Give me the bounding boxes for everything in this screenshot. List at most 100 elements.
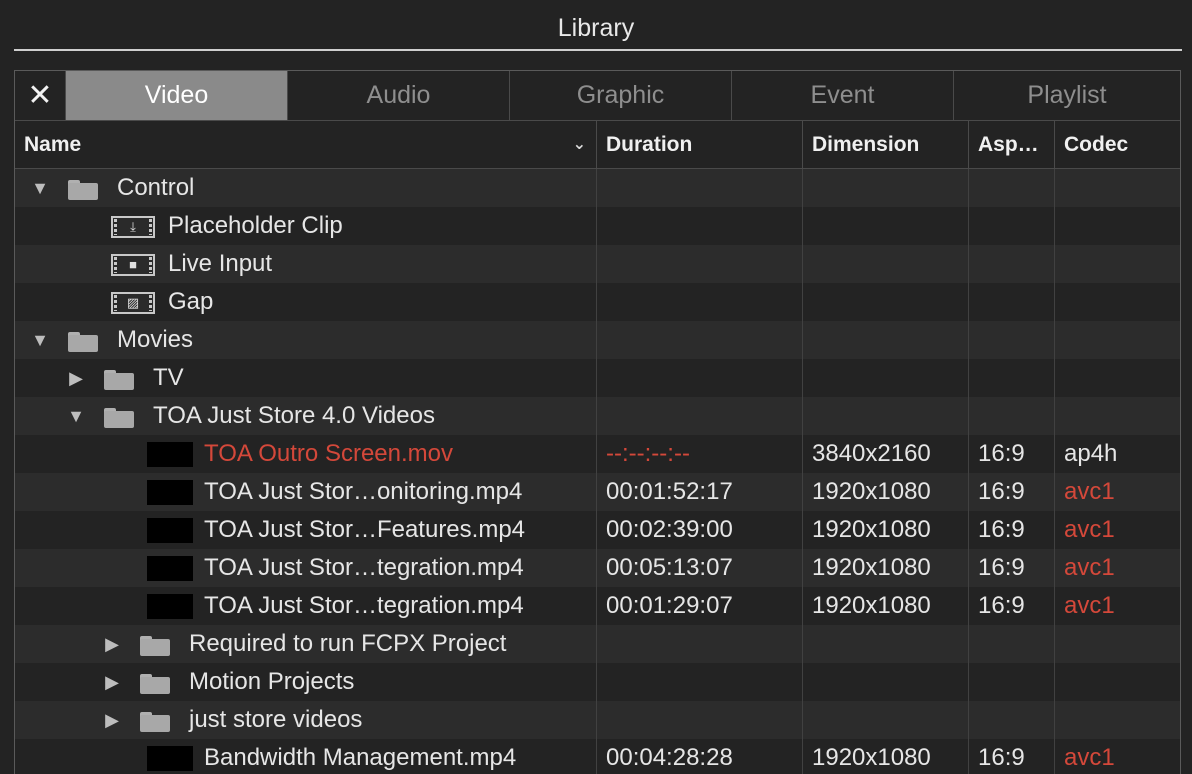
dimension-cell bbox=[803, 397, 969, 435]
disclosure-expanded-icon[interactable]: ▼ bbox=[30, 169, 50, 207]
disclosure-expanded-icon[interactable]: ▼ bbox=[66, 397, 86, 435]
name-cell: ▶ Required to run FCPX Project bbox=[15, 625, 597, 663]
video-filename: TOA Outro Screen.mov bbox=[204, 440, 453, 467]
codec-cell bbox=[1055, 359, 1180, 397]
folder-label: TV bbox=[153, 364, 184, 391]
folder-label: Motion Projects bbox=[189, 668, 355, 695]
folder-row[interactable]: ▼ TOA Just Store 4.0 Videos bbox=[15, 397, 1180, 435]
aspect-cell: 16:9 bbox=[969, 473, 1055, 511]
name-cell: ▶ TV bbox=[15, 359, 597, 397]
folder-row[interactable]: ▼ Control bbox=[15, 169, 1180, 207]
duration-cell: --:--:--:-- bbox=[597, 435, 803, 473]
folder-row[interactable]: ▶ just store videos bbox=[15, 701, 1180, 739]
name-cell: TOA Just Stor…onitoring.mp4 bbox=[15, 473, 597, 511]
video-filename: TOA Just Stor…Features.mp4 bbox=[204, 516, 526, 543]
aspect-cell bbox=[969, 663, 1055, 701]
duration-cell bbox=[597, 625, 803, 663]
table-row[interactable]: ⤓ Placeholder Clip bbox=[15, 207, 1180, 245]
dimension-cell bbox=[803, 663, 969, 701]
aspect-cell: 16:9 bbox=[969, 739, 1055, 774]
close-icon[interactable]: ✕ bbox=[15, 71, 66, 120]
duration-cell: 00:02:39:00 bbox=[597, 511, 803, 549]
folder-row[interactable]: ▶ TV bbox=[15, 359, 1180, 397]
tab-video[interactable]: Video bbox=[66, 71, 288, 120]
aspect-cell bbox=[969, 701, 1055, 739]
table-row[interactable]: ■ Live Input bbox=[15, 245, 1180, 283]
dimension-cell: 1920x1080 bbox=[803, 473, 969, 511]
video-filename: TOA Just Stor…onitoring.mp4 bbox=[204, 478, 523, 505]
table-row[interactable]: TOA Just Stor…Features.mp4 00:02:39:00 192… bbox=[15, 511, 1180, 549]
name-cell: ▼ Movies bbox=[15, 321, 597, 359]
placeholder-icon: ⤓ bbox=[111, 216, 155, 238]
table-row[interactable]: TOA Just Stor…onitoring.mp4 00:01:52:17 19… bbox=[15, 473, 1180, 511]
duration-cell bbox=[597, 701, 803, 739]
video-thumbnail bbox=[147, 518, 193, 543]
duration-cell bbox=[597, 359, 803, 397]
codec-cell bbox=[1055, 701, 1180, 739]
table-row[interactable]: ▨ Gap bbox=[15, 283, 1180, 321]
name-cell: ▶ just store videos bbox=[15, 701, 597, 739]
disclosure-collapsed-icon[interactable]: ▶ bbox=[102, 625, 122, 663]
dimension-cell bbox=[803, 321, 969, 359]
aspect-cell bbox=[969, 207, 1055, 245]
column-codec-header[interactable]: Codec bbox=[1055, 121, 1180, 168]
name-cell: Bandwidth Management.mp4 bbox=[15, 739, 597, 774]
folder-row[interactable]: ▼ Movies bbox=[15, 321, 1180, 359]
table-row[interactable]: Bandwidth Management.mp4 00:04:28:28 1920x… bbox=[15, 739, 1180, 774]
dimension-cell bbox=[803, 245, 969, 283]
name-cell: ▼ TOA Just Store 4.0 Videos bbox=[15, 397, 597, 435]
folder-icon bbox=[104, 370, 134, 390]
codec-cell: avc1 bbox=[1064, 516, 1115, 543]
clip-label: Live Input bbox=[168, 250, 273, 277]
folder-label: Control bbox=[117, 174, 195, 201]
aspect-cell bbox=[969, 321, 1055, 359]
folder-label: Required to run FCPX Project bbox=[189, 630, 507, 657]
codec-cell bbox=[1055, 283, 1180, 321]
column-dimension-header[interactable]: Dimension bbox=[803, 121, 969, 168]
video-thumbnail bbox=[147, 746, 193, 771]
disclosure-collapsed-icon[interactable]: ▶ bbox=[66, 359, 86, 397]
video-filename: TOA Just Stor…tegration.mp4 bbox=[204, 554, 524, 581]
folder-label: Movies bbox=[117, 326, 194, 353]
title-divider bbox=[14, 49, 1182, 51]
column-duration-header[interactable]: Duration bbox=[597, 121, 803, 168]
codec-cell: avc1 bbox=[1064, 744, 1115, 771]
table-row[interactable]: TOA Just Stor…tegration.mp4 00:05:13:07 19… bbox=[15, 549, 1180, 587]
video-thumbnail bbox=[147, 442, 193, 467]
folder-icon bbox=[140, 712, 170, 732]
column-aspect-header[interactable]: Asp… bbox=[969, 121, 1055, 168]
table-row[interactable]: TOA Just Stor…tegration.mp4 00:01:29:07 19… bbox=[15, 587, 1180, 625]
duration-cell bbox=[597, 397, 803, 435]
duration-cell bbox=[597, 169, 803, 207]
dimension-cell bbox=[803, 701, 969, 739]
codec-cell: avc1 bbox=[1064, 554, 1115, 581]
table-row[interactable]: TOA Outro Screen.mov --:--:--:-- 3840x2160… bbox=[15, 435, 1180, 473]
duration-cell bbox=[597, 321, 803, 359]
dimension-cell bbox=[803, 625, 969, 663]
codec-cell bbox=[1055, 321, 1180, 359]
aspect-cell bbox=[969, 359, 1055, 397]
name-cell: ▼ Control bbox=[15, 169, 597, 207]
tab-graphic[interactable]: Graphic bbox=[510, 71, 732, 120]
disclosure-expanded-icon[interactable]: ▼ bbox=[30, 321, 50, 359]
folder-row[interactable]: ▶ Required to run FCPX Project bbox=[15, 625, 1180, 663]
codec-cell bbox=[1055, 245, 1180, 283]
tab-event[interactable]: Event bbox=[732, 71, 954, 120]
codec-cell bbox=[1055, 625, 1180, 663]
column-name-header[interactable]: Name ⌄ bbox=[15, 121, 597, 168]
tab-bar: ✕ Video Audio Graphic Event Playlist bbox=[15, 71, 1180, 121]
tab-playlist[interactable]: Playlist bbox=[954, 71, 1180, 120]
folder-row[interactable]: ▶ Motion Projects bbox=[15, 663, 1180, 701]
codec-cell bbox=[1055, 207, 1180, 245]
video-filename: Bandwidth Management.mp4 bbox=[204, 744, 517, 771]
tab-audio[interactable]: Audio bbox=[288, 71, 510, 120]
disclosure-collapsed-icon[interactable]: ▶ bbox=[102, 663, 122, 701]
camera-icon: ■ bbox=[111, 254, 155, 276]
aspect-cell bbox=[969, 625, 1055, 663]
aspect-cell bbox=[969, 397, 1055, 435]
disclosure-collapsed-icon[interactable]: ▶ bbox=[102, 701, 122, 739]
gap-icon: ▨ bbox=[111, 292, 155, 314]
chevron-down-icon[interactable]: ⌄ bbox=[573, 121, 586, 168]
name-cell: ▶ Motion Projects bbox=[15, 663, 597, 701]
dimension-cell: 1920x1080 bbox=[803, 587, 969, 625]
